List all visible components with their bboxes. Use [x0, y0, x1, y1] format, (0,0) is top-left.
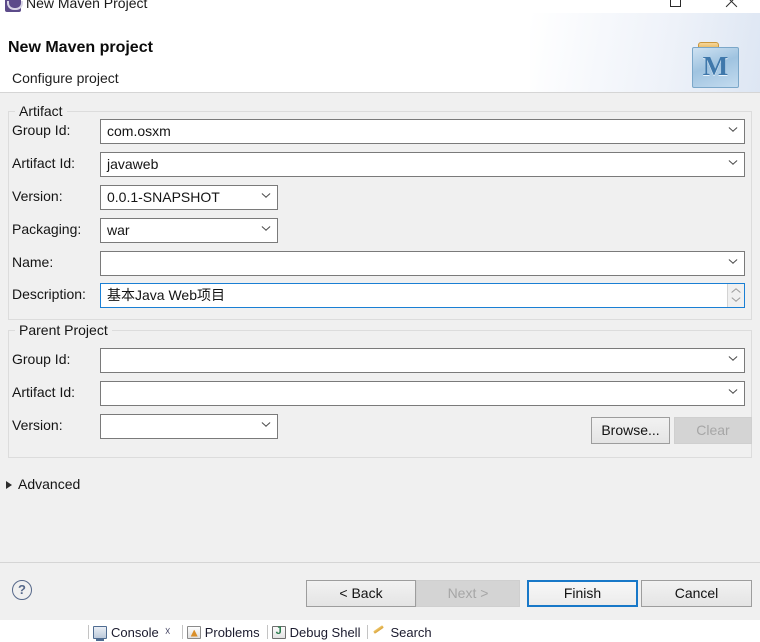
next-button: Next > [416, 580, 520, 607]
dialog-body: Artifact Group Id: Artifact Id: Version:… [0, 93, 760, 620]
label-artifact-packaging: Packaging: [12, 221, 82, 237]
chevron-down-icon[interactable] [729, 128, 737, 136]
chevron-down-icon[interactable] [262, 423, 270, 431]
logo-letter: M [702, 51, 729, 81]
maximize-button[interactable] [663, 0, 689, 12]
chevron-down-icon[interactable] [729, 161, 737, 169]
chevron-right-icon [6, 481, 12, 489]
chevron-down-icon[interactable] [262, 194, 270, 202]
artifact-group-legend: Artifact [15, 103, 67, 119]
artifact-artifact-id-input[interactable]: javaweb [100, 152, 745, 177]
chevron-down-icon[interactable] [729, 390, 737, 398]
view-tabs: Console ☓ Problems Debug Shell Search [88, 622, 439, 642]
new-maven-project-dialog: New Maven Project New Maven project Conf… [0, 0, 760, 642]
spinner-down-icon[interactable] [732, 297, 741, 303]
cancel-button[interactable]: Cancel [641, 580, 752, 607]
label-parent-version: Version: [12, 417, 63, 433]
browse-button[interactable]: Browse... [591, 417, 670, 444]
problems-icon [186, 625, 201, 639]
artifact-group-id-input[interactable]: com.osxm [100, 119, 745, 144]
window-title-bar: New Maven Project [0, 0, 760, 13]
chevron-down-icon[interactable] [729, 260, 737, 268]
view-tab-search-label: Search [390, 624, 432, 640]
label-artifact-group-id: Group Id: [12, 122, 71, 138]
label-parent-group-id: Group Id: [12, 351, 71, 367]
label-artifact-name: Name: [12, 254, 54, 270]
page-subtitle: Configure project [12, 70, 119, 86]
close-icon [724, 0, 737, 8]
footer-separator [0, 562, 760, 563]
artifact-description-input[interactable]: 基本Java Web项目 [100, 283, 745, 308]
debug-icon [271, 625, 286, 639]
chevron-down-icon[interactable] [262, 227, 270, 235]
close-icon[interactable]: ☓ [165, 627, 175, 638]
artifact-version-combo[interactable]: 0.0.1-SNAPSHOT [100, 185, 278, 210]
chevron-down-icon[interactable] [729, 357, 737, 365]
view-tab-search[interactable]: Search [368, 622, 438, 642]
view-tab-debug-shell-label: Debug Shell [289, 624, 361, 640]
finish-button[interactable]: Finish [527, 580, 638, 607]
view-tab-console[interactable]: Console ☓ [89, 622, 182, 642]
maximize-icon [670, 0, 681, 7]
maven-window-icon [5, 0, 23, 12]
parent-project-group-legend: Parent Project [15, 322, 112, 338]
label-artifact-description: Description: [12, 286, 86, 302]
spinner-up-icon[interactable] [732, 288, 741, 294]
advanced-label: Advanced [18, 476, 81, 492]
parent-group-id-input[interactable] [100, 348, 745, 373]
view-tab-problems[interactable]: Problems [183, 622, 267, 642]
back-button[interactable]: < Back [306, 580, 416, 607]
parent-artifact-id-input[interactable] [100, 381, 745, 406]
view-tab-debug-shell[interactable]: Debug Shell [268, 622, 368, 642]
close-button[interactable] [718, 0, 744, 12]
view-tab-problems-label: Problems [204, 624, 260, 640]
artifact-packaging-combo[interactable]: war [100, 218, 278, 243]
window-title: New Maven Project [26, 0, 148, 11]
artifact-name-input[interactable] [100, 251, 745, 276]
console-icon [93, 625, 107, 641]
clear-button: Clear [674, 417, 752, 444]
description-spinner[interactable] [727, 284, 744, 307]
label-parent-artifact-id: Artifact Id: [12, 384, 76, 400]
parent-version-combo[interactable] [100, 414, 278, 439]
view-tab-console-label: Console [111, 624, 159, 640]
search-icon [372, 626, 386, 639]
label-artifact-version: Version: [12, 188, 63, 204]
dialog-header: New Maven project Configure project M [0, 13, 760, 93]
page-title: New Maven project [8, 39, 153, 56]
maven-folder-logo: M [692, 41, 740, 89]
label-artifact-artifact-id: Artifact Id: [12, 155, 76, 171]
eclipse-view-tab-bar: Console ☓ Problems Debug Shell Search CS… [0, 620, 760, 642]
help-button[interactable]: ? [12, 580, 32, 600]
